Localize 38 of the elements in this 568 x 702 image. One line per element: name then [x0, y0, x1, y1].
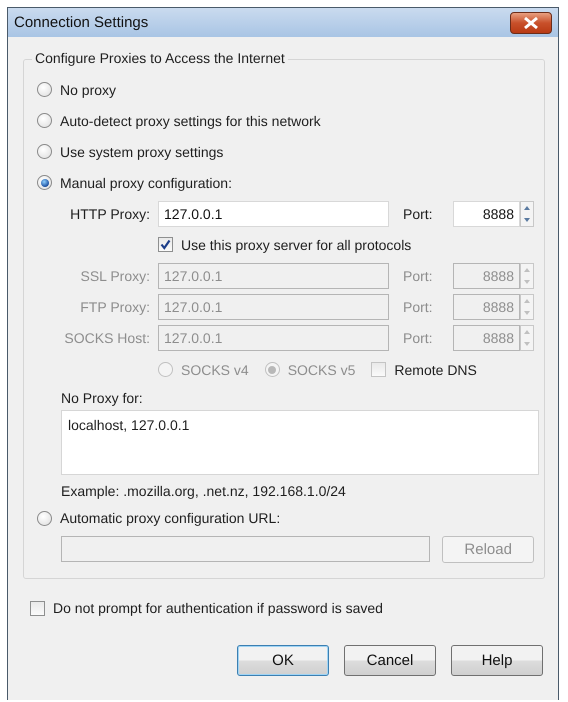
proxy-host-field[interactable]: 127.0.0.1	[158, 200, 389, 226]
close-icon	[522, 16, 540, 30]
radio-label: SOCKS v5	[288, 362, 356, 378]
window-title: Connection Settings	[14, 14, 148, 31]
proxy-label: SSL Proxy:	[79, 268, 150, 284]
radio-button[interactable]	[37, 510, 52, 526]
radio-button[interactable]	[37, 175, 52, 190]
spin-buttons[interactable]	[520, 200, 534, 226]
radio-button[interactable]	[37, 82, 52, 97]
radio-label: No proxy	[60, 82, 116, 98]
example-text: Example: .mozilla.org, .net.nz, 192.168.1.0/24	[61, 483, 346, 499]
proxy-label: HTTP Proxy:	[69, 206, 150, 222]
radio-label: Automatic proxy configuration URL:	[60, 510, 280, 526]
port-label: Port:	[403, 298, 434, 314]
dialog-button[interactable]: Cancel	[344, 645, 436, 676]
dialog-button[interactable]: Help	[451, 645, 543, 676]
field-label: No Proxy for:	[61, 390, 143, 406]
checkbox[interactable]	[158, 237, 173, 252]
port-label: Port:	[403, 330, 434, 346]
port-label: Port:	[403, 206, 434, 222]
radio-button[interactable]	[37, 113, 52, 128]
close-button[interactable]	[510, 12, 552, 34]
port-field[interactable]: 8888	[453, 200, 520, 226]
dialog-button[interactable]: OK	[237, 645, 329, 676]
radio-label: Use system proxy settings	[60, 144, 224, 160]
port-label: Port:	[403, 268, 434, 284]
checkbox-label: Use this proxy server for all protocols	[181, 236, 412, 252]
checkbox[interactable]	[30, 600, 45, 616]
proxy-label: FTP Proxy:	[79, 298, 150, 314]
radio-label: Auto-detect proxy settings for this network	[60, 112, 321, 128]
radio-label: SOCKS v4	[181, 362, 249, 378]
proxy-label: SOCKS Host:	[63, 330, 150, 346]
no-proxy-field[interactable]: localhost, 127.0.0.1	[61, 410, 539, 475]
checkbox-label: Do not prompt for authentication if password is saved	[53, 600, 383, 616]
radio-button[interactable]	[37, 144, 52, 159]
group-title: Configure Proxies to Access the Internet	[32, 50, 288, 66]
radio-label: Manual proxy configuration:	[60, 174, 232, 190]
checkbox-label: Remote DNS	[394, 362, 477, 378]
